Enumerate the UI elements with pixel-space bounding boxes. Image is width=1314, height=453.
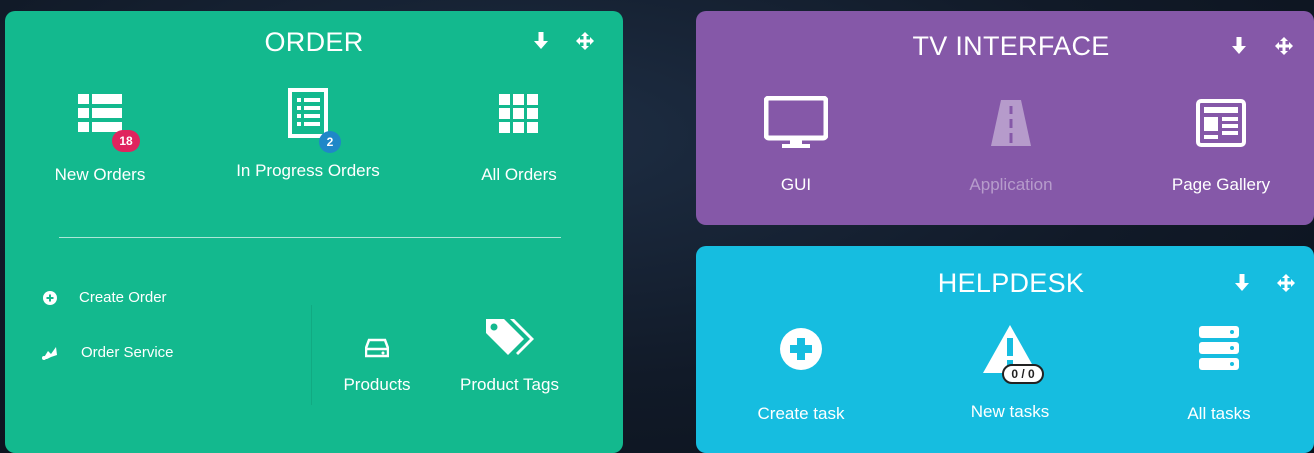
tile-application[interactable]: Application: [946, 95, 1076, 195]
hard-drive-icon: [365, 338, 389, 358]
tile-label: New tasks: [970, 402, 1050, 421]
tags-icon: [485, 319, 534, 355]
tile-all-tasks[interactable]: All tasks: [1159, 326, 1279, 424]
monitor-icon: [764, 96, 828, 148]
create-order-label: Create Order: [79, 289, 167, 306]
tile-label: All Orders: [481, 165, 557, 184]
tile-label: Page Gallery: [1171, 175, 1271, 194]
order-service-link[interactable]: Order Service: [41, 344, 174, 361]
tile-products[interactable]: Products: [332, 335, 422, 395]
download-icon[interactable]: [1228, 35, 1250, 57]
new-tasks-badge: 0 / 0: [1002, 364, 1044, 384]
tile-label: Create task: [757, 404, 845, 423]
tile-label: Products: [343, 375, 411, 394]
tile-label: New Orders: [54, 165, 146, 184]
tile-new-orders[interactable]: 18 New Orders: [35, 89, 165, 185]
divider: [59, 237, 561, 238]
tile-label: In Progress Orders: [236, 161, 380, 180]
server-icon: [1199, 326, 1239, 370]
road-icon: [991, 100, 1031, 146]
tv-interface-panel: TV INTERFACE GUI Application Page Galler…: [696, 11, 1314, 225]
in-progress-badge: 2: [319, 131, 341, 153]
tile-create-task[interactable]: Create task: [741, 326, 861, 424]
move-icon[interactable]: [1275, 272, 1297, 294]
tile-label: Product Tags: [460, 375, 559, 394]
tile-label: GUI: [780, 175, 812, 194]
create-order-link[interactable]: Create Order: [43, 289, 167, 306]
tile-page-gallery[interactable]: Page Gallery: [1156, 95, 1286, 195]
tile-all-orders[interactable]: All Orders: [459, 89, 579, 185]
helpdesk-panel: HELPDESK Create task 0 / 0 New tasks All…: [696, 246, 1314, 453]
tv-panel-title: TV INTERFACE: [912, 31, 1110, 61]
tile-new-tasks[interactable]: 0 / 0 New tasks: [950, 324, 1070, 422]
tile-product-tags[interactable]: Product Tags: [447, 317, 572, 395]
download-icon[interactable]: [530, 30, 552, 52]
tile-gui[interactable]: GUI: [751, 95, 841, 195]
service-icon: [42, 346, 57, 360]
document-list-icon: [288, 88, 328, 138]
vertical-divider: [311, 305, 312, 405]
order-service-label: Order Service: [81, 344, 174, 361]
newspaper-icon: [1196, 99, 1246, 147]
plus-circle-icon: [780, 328, 822, 370]
download-icon[interactable]: [1231, 272, 1253, 294]
tile-in-progress-orders[interactable]: 2 In Progress Orders: [218, 85, 398, 181]
grid-icon: [499, 94, 538, 133]
plus-circle-icon: [43, 290, 57, 305]
move-icon[interactable]: [1273, 35, 1295, 57]
order-panel: ORDER 18 New Orders 2 In Progress Orders…: [5, 11, 623, 453]
helpdesk-panel-title: HELPDESK: [937, 268, 1085, 298]
list-icon: [78, 94, 122, 132]
new-orders-badge: 18: [112, 130, 140, 152]
tile-label: All tasks: [1187, 404, 1251, 423]
tile-label: Application: [969, 175, 1053, 194]
move-icon[interactable]: [574, 30, 596, 52]
